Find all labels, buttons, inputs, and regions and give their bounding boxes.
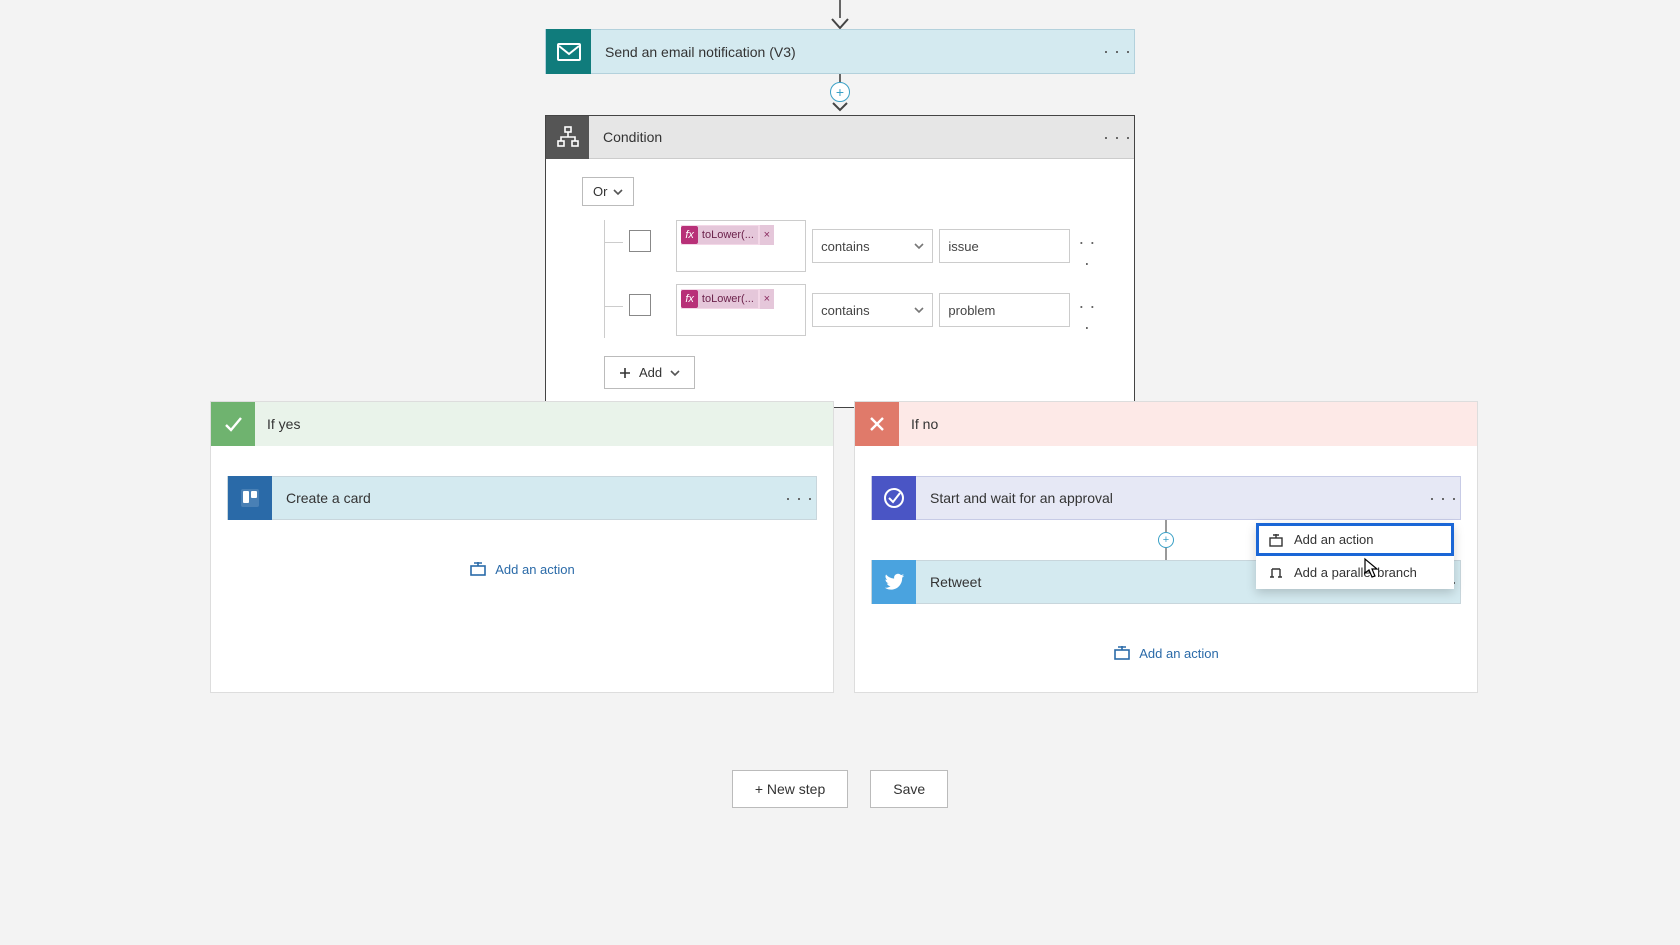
chevron-down-icon [914, 305, 924, 315]
row-menu-button[interactable]: · · · [1076, 296, 1098, 338]
operator-select[interactable]: contains [812, 293, 933, 327]
trello-icon [228, 476, 272, 520]
mail-icon [546, 29, 591, 74]
value-text: problem [948, 303, 995, 318]
arrow-down-icon [832, 102, 848, 112]
approval-icon [872, 476, 916, 520]
insert-step-button[interactable]: + [1158, 532, 1174, 548]
group-operator-select[interactable]: Or [582, 177, 634, 206]
save-button[interactable]: Save [870, 770, 948, 808]
value-text: issue [948, 239, 978, 254]
add-action-label: Add an action [1139, 646, 1219, 661]
plus-icon [619, 367, 631, 379]
insert-step-connector[interactable]: + [830, 74, 850, 112]
group-operator-label: Or [593, 184, 607, 199]
action-menu-button[interactable]: · · · [1426, 488, 1460, 509]
branch-title: If yes [255, 416, 300, 432]
add-action-link[interactable]: Add an action [469, 560, 575, 578]
step-title: Send an email notification (V3) [591, 44, 1100, 60]
expression-token-label: toLower(... [698, 290, 758, 308]
operator-label: contains [821, 239, 869, 254]
remove-token-button[interactable]: × [760, 225, 774, 245]
row-checkbox[interactable] [629, 230, 651, 252]
menu-item-add-action[interactable]: Add an action [1256, 523, 1454, 556]
add-action-link[interactable]: Add an action [1113, 644, 1219, 662]
expression-token-label: toLower(... [698, 226, 758, 244]
new-step-label: + New step [755, 781, 825, 797]
add-condition-button[interactable]: Add [604, 356, 695, 389]
add-action-label: Add an action [495, 562, 575, 577]
row-menu-button[interactable]: · · · [1076, 232, 1098, 274]
plus-icon: + [830, 82, 850, 102]
fx-icon: fx [681, 290, 698, 308]
action-start-approval[interactable]: Start and wait for an approval · · · [871, 476, 1461, 520]
close-icon [855, 402, 899, 446]
action-title: Create a card [272, 490, 782, 506]
insert-step-menu: Add an action Add a parallel branch [1256, 523, 1454, 589]
condition-menu-button[interactable]: · · · [1100, 127, 1134, 148]
condition-row: fx toLower(... × contains problem · · · [605, 284, 1098, 338]
expression-field[interactable]: fx toLower(... × [676, 284, 806, 336]
value-input[interactable]: problem [939, 293, 1069, 327]
operator-select[interactable]: contains [812, 229, 933, 263]
check-icon [211, 402, 255, 446]
menu-item-label: Add an action [1294, 532, 1374, 547]
operator-label: contains [821, 303, 869, 318]
add-action-icon [469, 560, 487, 578]
add-action-icon [1268, 533, 1284, 547]
chevron-down-icon [914, 241, 924, 251]
action-create-card[interactable]: Create a card · · · [227, 476, 817, 520]
expression-field[interactable]: fx toLower(... × [676, 220, 806, 272]
action-menu-button[interactable]: · · · [782, 488, 816, 509]
step-menu-button[interactable]: · · · [1100, 41, 1134, 62]
new-step-button[interactable]: + New step [732, 770, 848, 808]
chevron-down-icon [670, 368, 680, 378]
twitter-icon [872, 560, 916, 604]
add-action-icon [1113, 644, 1131, 662]
condition-title: Condition [589, 129, 1100, 145]
add-label: Add [639, 365, 662, 380]
branch-if-yes: If yes Create a card · · · Add an action [210, 401, 834, 693]
menu-item-add-parallel[interactable]: Add a parallel branch [1256, 556, 1454, 589]
save-label: Save [893, 781, 925, 797]
branch-title: If no [899, 416, 938, 432]
value-input[interactable]: issue [939, 229, 1069, 263]
remove-token-button[interactable]: × [760, 289, 774, 309]
condition-card[interactable]: Condition · · · Or fx toLower(... [545, 115, 1135, 408]
step-send-email[interactable]: Send an email notification (V3) · · · [545, 29, 1135, 74]
action-title: Start and wait for an approval [916, 490, 1426, 506]
parallel-branch-icon [1268, 566, 1284, 580]
row-checkbox[interactable] [629, 294, 651, 316]
fx-icon: fx [681, 226, 698, 244]
menu-item-label: Add a parallel branch [1294, 565, 1417, 580]
chevron-down-icon [613, 187, 623, 197]
condition-row: fx toLower(... × contains issue · · · [605, 220, 1098, 274]
condition-icon [546, 116, 589, 159]
